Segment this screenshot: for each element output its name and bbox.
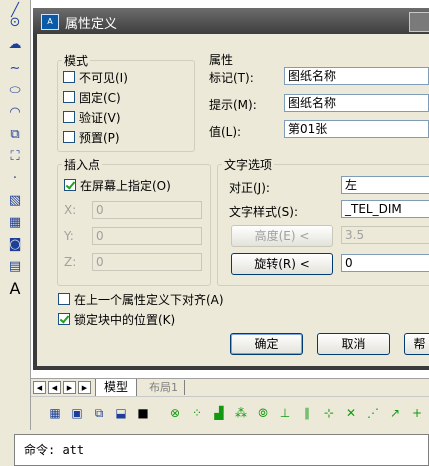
verify-label: 验证(V): [79, 111, 121, 125]
x-label: X:: [64, 203, 77, 217]
dialog-body: 模式 不可见(I) 固定(C) 验证(V) 预置(P) 属性 标记(T): 图纸…: [37, 34, 429, 366]
justify-select[interactable]: 左: [341, 176, 429, 194]
point-icon[interactable]: ·: [5, 168, 25, 188]
attribute-icon[interactable]: ⧉: [91, 405, 107, 421]
last-tab-icon[interactable]: ▶: [78, 381, 91, 394]
invisible-checkbox[interactable]: [63, 71, 75, 83]
rotation-input[interactable]: 0: [341, 254, 429, 272]
draw-toolbar: ╱ ⊙ ☁ ∼ ⬭ ◠ ⧉ ⛶ · ▧ ▦ ◙ ▤ A: [0, 0, 31, 430]
block-editor-icon[interactable]: ▣: [69, 405, 85, 421]
revcloud-icon[interactable]: ☁: [5, 34, 25, 54]
spline-icon[interactable]: ∼: [5, 58, 25, 78]
justify-value: 左: [345, 178, 358, 192]
dialog-app-icon: A: [41, 14, 59, 30]
tag-label: 标记(T):: [209, 71, 254, 85]
constant-checkbox[interactable]: [63, 91, 75, 103]
make-block-icon[interactable]: ⛶: [5, 146, 25, 166]
ellipse-icon[interactable]: ⬭: [5, 80, 25, 100]
tab-layout1[interactable]: 布局1: [143, 380, 185, 395]
invisible-label: 不可见(I): [79, 71, 128, 85]
save-icon[interactable]: ■: [135, 405, 151, 421]
verify-checkbox[interactable]: [63, 111, 75, 123]
cancel-button[interactable]: 取消: [317, 333, 390, 355]
osnap-nearest-icon[interactable]: ↗: [387, 405, 403, 421]
default-value-label: 值(L):: [209, 125, 242, 139]
z-label: Z:: [64, 255, 77, 269]
circle-icon[interactable]: ⊙: [5, 12, 25, 32]
osnap-midpoint-icon[interactable]: ⊹: [321, 405, 337, 421]
region-icon[interactable]: ◙: [5, 234, 25, 254]
align-below-label: 在上一个属性定义下对齐(A): [74, 293, 224, 307]
text-style-select[interactable]: _TEL_DIM: [341, 200, 429, 218]
attribute-group-title: 属性: [209, 53, 234, 67]
command-prompt-text: 命令: att: [24, 443, 85, 457]
insert-block-icon[interactable]: ⧉: [5, 124, 25, 144]
text-options-title: 文字选项: [224, 158, 273, 172]
wblock-icon[interactable]: ⬓: [113, 405, 129, 421]
lock-position-label: 锁定块中的位置(K): [74, 313, 176, 327]
osnap-extension-icon[interactable]: ⋰: [365, 405, 381, 421]
attribute-definition-dialog: A 属性定义 模式 不可见(I) 固定(C) 验证(V) 预置(P) 属性 标记…: [33, 8, 429, 370]
justify-label: 对正(J):: [229, 181, 270, 195]
height-input[interactable]: 3.5: [341, 226, 429, 244]
z-input[interactable]: 0: [92, 253, 202, 271]
hatch-icon[interactable]: ▧: [5, 190, 25, 210]
ellipse-arc-icon[interactable]: ◠: [5, 102, 25, 122]
first-tab-icon[interactable]: ◀: [33, 381, 46, 394]
layout-tabs-bar: ◀ ◀ ▶ ▶ 模型 布局1: [31, 378, 429, 397]
tab-model[interactable]: 模型: [95, 379, 138, 397]
text-style-value: _TEL_DIM: [345, 202, 402, 216]
table-icon[interactable]: ▤: [5, 256, 25, 276]
x-input[interactable]: 0: [92, 201, 202, 219]
rotation-pick-button[interactable]: 旋转(R) <: [231, 253, 333, 275]
mode-group: 模式: [57, 52, 195, 152]
tag-input[interactable]: 图纸名称: [284, 67, 429, 85]
specify-on-screen-checkbox[interactable]: [64, 179, 76, 191]
align-below-checkbox[interactable]: [58, 293, 70, 305]
lock-position-checkbox[interactable]: [58, 313, 70, 325]
text-style-label: 文字样式(S):: [229, 205, 299, 219]
osnap-insert-icon[interactable]: ▟: [211, 405, 227, 421]
osnap-node-icon[interactable]: ⁘: [189, 405, 205, 421]
y-input[interactable]: 0: [92, 227, 202, 245]
multiline-text-icon[interactable]: A: [5, 278, 25, 298]
osnap-parallel-icon[interactable]: ∥: [299, 405, 315, 421]
mode-group-title: 模式: [64, 54, 89, 68]
default-value-input[interactable]: 第01张: [284, 120, 429, 138]
gradient-icon[interactable]: ▦: [5, 212, 25, 232]
osnap-intersection-icon[interactable]: ✕: [343, 405, 359, 421]
y-label: Y:: [64, 229, 74, 243]
close-icon[interactable]: [409, 12, 429, 32]
prompt-input[interactable]: 图纸名称: [284, 94, 429, 112]
osnap-settings-icon[interactable]: +: [409, 405, 425, 421]
height-pick-button[interactable]: 高度(E) <: [231, 225, 333, 247]
osnap-perpendicular-icon[interactable]: ⊥: [277, 405, 293, 421]
ok-button[interactable]: 确定: [230, 333, 303, 355]
osnap-center-icon[interactable]: ⁂: [233, 405, 249, 421]
preset-checkbox[interactable]: [63, 131, 75, 143]
insertion-point-title: 插入点: [64, 158, 101, 172]
osnap-endpoint-icon[interactable]: ⊗: [167, 405, 183, 421]
dialog-title-bar[interactable]: A 属性定义: [33, 8, 429, 34]
prompt-label: 提示(M):: [209, 98, 257, 112]
layer-icon[interactable]: ▦: [47, 405, 63, 421]
next-tab-icon[interactable]: ▶: [63, 381, 76, 394]
specify-on-screen-label: 在屏幕上指定(O): [80, 179, 171, 193]
constant-label: 固定(C): [79, 91, 121, 105]
dialog-title: 属性定义: [65, 17, 118, 32]
preset-label: 预置(P): [79, 131, 120, 145]
osnap-tangent-icon[interactable]: ⦾: [255, 405, 271, 421]
help-button[interactable]: 帮: [404, 333, 429, 355]
prev-tab-icon[interactable]: ◀: [48, 381, 61, 394]
bottom-toolbar: ▦ ▣ ⧉ ⬓ ■ ⊗ ⁘ ▟ ⁂ ⦾ ⊥ ∥ ⊹ ✕ ⋰ ↗ +: [31, 396, 429, 431]
